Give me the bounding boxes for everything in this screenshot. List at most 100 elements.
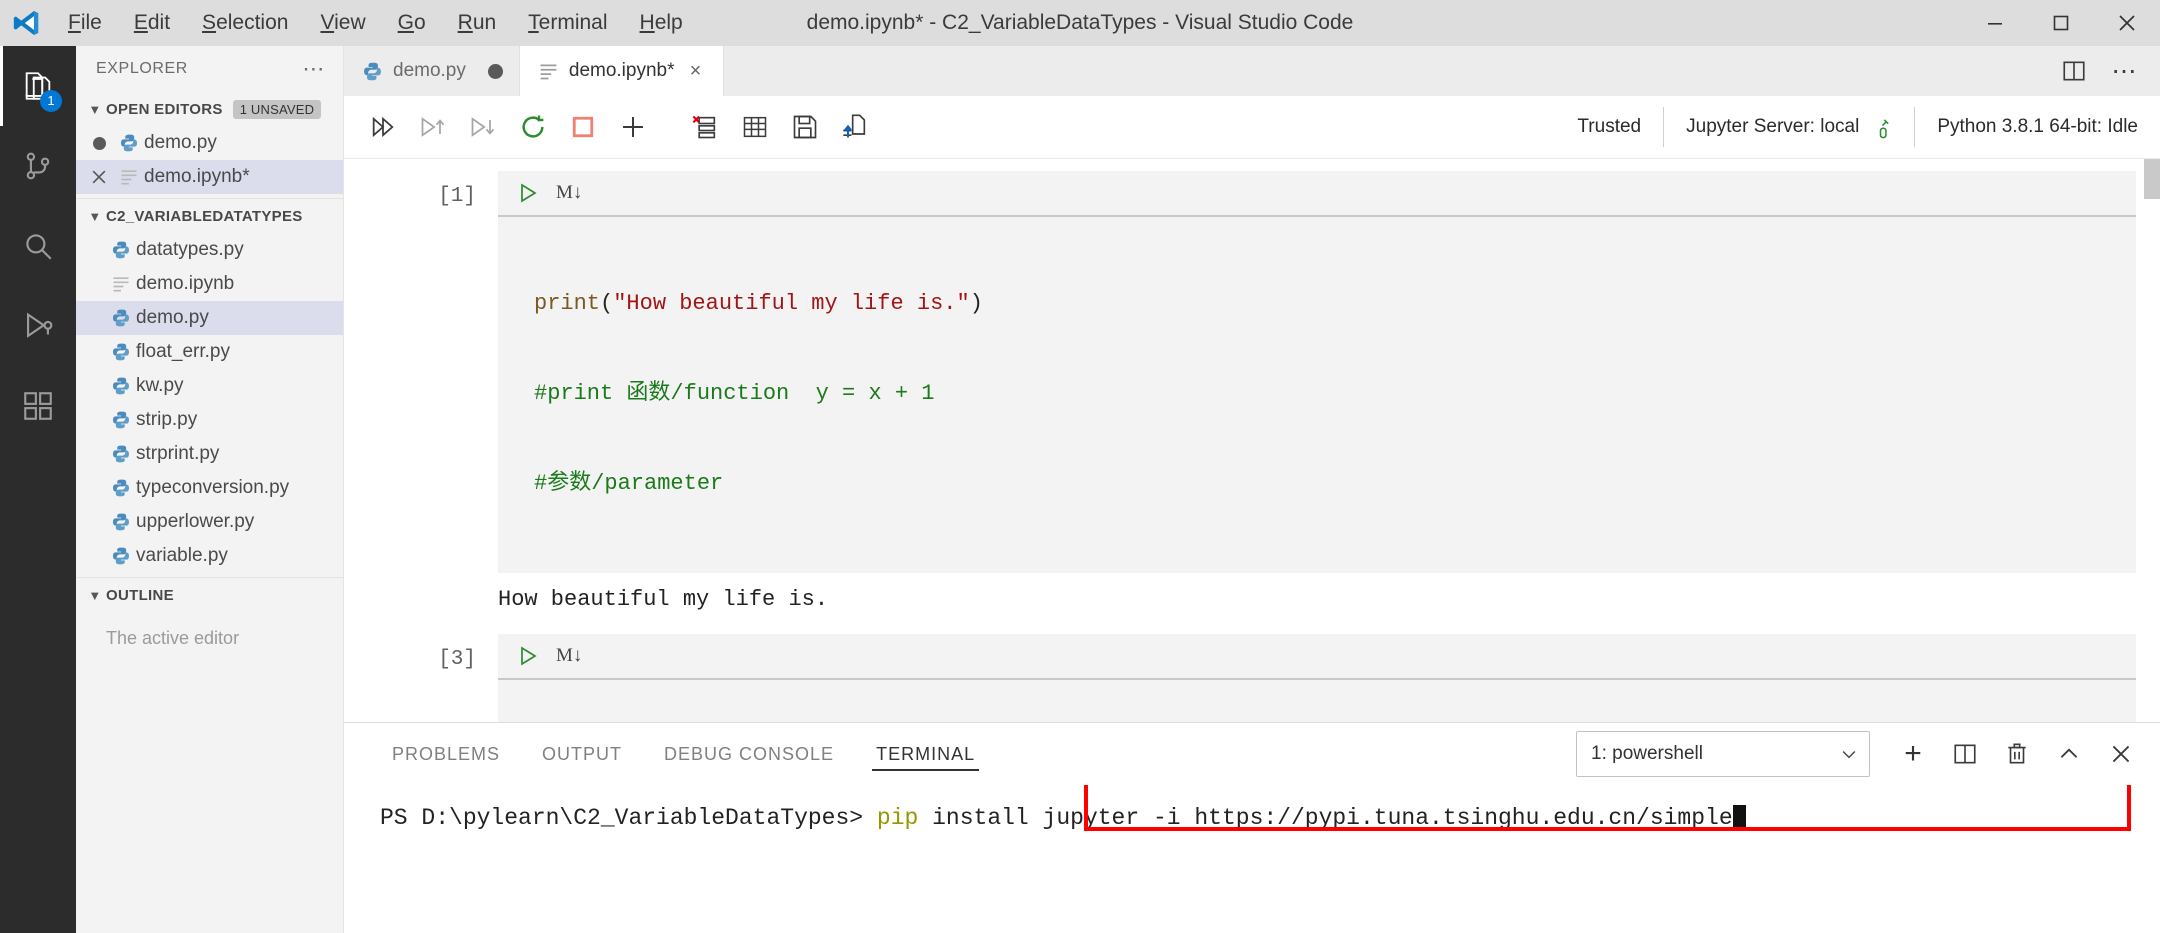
file-item-strprint-py[interactable]: strprint.py: [76, 437, 343, 471]
file-item-demo-py[interactable]: demo.py: [76, 301, 343, 335]
clear-outputs-icon[interactable]: [680, 102, 730, 152]
file-item-typeconversion-py[interactable]: typeconversion.py: [76, 471, 343, 505]
tab-demo-py[interactable]: demo.py: [344, 46, 520, 96]
file-item-float-err-py[interactable]: float_err.py: [76, 335, 343, 369]
menu-terminal[interactable]: Terminal: [512, 0, 623, 46]
notebook-cell-1: [1] M↓ print("How beautiful my life is."…: [344, 159, 2160, 622]
editor-group: demo.py demo.ipynb* × ⋯ Trusted Jupyter …: [344, 46, 2160, 933]
run-cell-icon[interactable]: [516, 181, 540, 205]
activity-item-extensions[interactable]: [0, 366, 76, 446]
cell-source[interactable]: print("How beautiful my life is.") #prin…: [498, 217, 2136, 573]
section-open-editors[interactable]: ▼ OPEN EDITORS 1 UNSAVED: [76, 92, 343, 126]
run-above-icon[interactable]: [408, 102, 458, 152]
file-item-datatypes-py[interactable]: datatypes.py: [76, 233, 343, 267]
run-cell-icon[interactable]: [516, 644, 540, 668]
menu-go[interactable]: Go: [382, 0, 442, 46]
server-label: Jupyter Server: local: [1686, 116, 1860, 137]
menu-edit[interactable]: Edit: [118, 0, 186, 46]
split-terminal-icon[interactable]: [1942, 731, 1988, 777]
panel-tab-terminal[interactable]: TERMINAL: [862, 723, 989, 785]
open-editor-item-demo-py[interactable]: demo.py: [76, 126, 343, 160]
cell-toolbar: M↓: [498, 171, 2136, 217]
notebook-status-area: Trusted Jupyter Server: local Python 3.8…: [1555, 96, 2160, 158]
activity-item-run-and-debug[interactable]: [0, 286, 76, 366]
open-editor-item-demo-ipynb[interactable]: demo.ipynb*: [76, 160, 343, 194]
activity-item-source-control[interactable]: [0, 126, 76, 206]
cell-language-mark[interactable]: M↓: [556, 182, 582, 204]
chevron-down-icon: [1839, 744, 1859, 764]
menu-view[interactable]: View: [304, 0, 381, 46]
panel-tab-output[interactable]: OUTPUT: [528, 723, 636, 785]
code-token: (: [600, 291, 614, 316]
file-item-kw-py[interactable]: kw.py: [76, 369, 343, 403]
cell-source[interactable]: #变量 #variable 注释/comment n = 3 #= 赋值操作符 …: [498, 680, 2136, 722]
python-icon: [106, 240, 136, 260]
menu-selection[interactable]: Selection: [186, 0, 304, 46]
python-icon: [106, 308, 136, 328]
close-button[interactable]: [2094, 0, 2160, 46]
close-panel-icon[interactable]: [2098, 731, 2144, 777]
open-editors-label: OPEN EDITORS: [106, 100, 223, 118]
trusted-status[interactable]: Trusted: [1555, 107, 1663, 147]
editor-more-actions-icon[interactable]: ⋯: [2102, 46, 2146, 96]
tab-demo-ipynb[interactable]: demo.ipynb* ×: [519, 46, 724, 96]
kill-terminal-icon[interactable]: [1994, 731, 2040, 777]
activity-item-search[interactable]: [0, 206, 76, 286]
maximize-button[interactable]: [2028, 0, 2094, 46]
cell-language-mark[interactable]: M↓: [556, 645, 582, 667]
code-token: print: [534, 291, 601, 316]
panel-tab-problems[interactable]: PROBLEMS: [378, 723, 514, 785]
panel-tabs: PROBLEMS OUTPUT DEBUG CONSOLE TERMINAL 1…: [344, 723, 2160, 785]
kernel-status[interactable]: Python 3.8.1 64-bit: Idle: [1915, 107, 2160, 147]
interrupt-kernel-icon[interactable]: [558, 102, 608, 152]
restart-kernel-icon[interactable]: [508, 102, 558, 152]
sidebar-explorer: EXPLORER ⋯ ▼ OPEN EDITORS 1 UNSAVED demo…: [76, 46, 344, 933]
sidebar-more-actions-icon[interactable]: ⋯: [294, 56, 333, 82]
tab-close-icon[interactable]: ×: [685, 60, 707, 83]
file-item-variable-py[interactable]: variable.py: [76, 539, 343, 573]
run-below-icon[interactable]: [458, 102, 508, 152]
menu-edit-mnemonic: E: [133, 11, 148, 34]
menu-file[interactable]: File: [52, 0, 118, 46]
python-icon: [106, 478, 136, 498]
file-item-demo-ipynb[interactable]: demo.ipynb: [76, 267, 343, 301]
notebook-scrollbar[interactable]: [2144, 159, 2160, 722]
add-cell-icon[interactable]: [608, 102, 658, 152]
file-label: kw.py: [136, 375, 184, 396]
code-token: #print 函数/function y = x + 1: [534, 381, 935, 406]
activity-item-explorer[interactable]: 1: [0, 46, 76, 126]
menu-view-mnemonic: V: [320, 11, 335, 34]
file-label: typeconversion.py: [136, 477, 290, 498]
folder-label: C2_VARIABLEDATATYPES: [106, 207, 303, 225]
file-item-upperlower-py[interactable]: upperlower.py: [76, 505, 343, 539]
export-icon[interactable]: [830, 102, 880, 152]
section-outline[interactable]: ▼ OUTLINE: [76, 577, 343, 612]
split-editor-icon[interactable]: [2052, 46, 2096, 96]
terminal-body[interactable]: PS D:\pylearn\C2_VariableDataTypes> pip …: [344, 785, 2160, 933]
close-icon[interactable]: [84, 167, 114, 187]
menu-selection-mnemonic: S: [202, 11, 217, 34]
cell-execution-count: [1]: [438, 185, 476, 208]
jupyter-server-status[interactable]: Jupyter Server: local: [1664, 107, 1914, 147]
variables-icon[interactable]: [730, 102, 780, 152]
maximize-panel-icon[interactable]: [2046, 731, 2092, 777]
tab-dirty-dot-icon[interactable]: [487, 63, 503, 79]
run-all-icon[interactable]: [358, 102, 408, 152]
file-label: demo.ipynb: [136, 273, 235, 294]
terminal-selector[interactable]: 1: powershell: [1576, 731, 1870, 777]
bottom-panel: PROBLEMS OUTPUT DEBUG CONSOLE TERMINAL 1…: [344, 722, 2160, 933]
panel-tab-debug-console[interactable]: DEBUG CONSOLE: [650, 723, 848, 785]
dirty-dot-icon[interactable]: [84, 136, 114, 150]
plug-icon: [1869, 116, 1892, 139]
menu-run[interactable]: Run: [442, 0, 513, 46]
new-terminal-icon[interactable]: +: [1890, 731, 1936, 777]
file-label: demo.py: [136, 307, 209, 328]
section-folder[interactable]: ▼ C2_VARIABLEDATATYPES: [76, 198, 343, 233]
menu-help[interactable]: Help: [624, 0, 699, 46]
file-item-strip-py[interactable]: strip.py: [76, 403, 343, 437]
scrollbar-thumb[interactable]: [2144, 159, 2160, 199]
code-token: ): [969, 291, 983, 316]
minimize-button[interactable]: [1962, 0, 2028, 46]
outline-label: OUTLINE: [106, 586, 174, 604]
save-icon[interactable]: [780, 102, 830, 152]
